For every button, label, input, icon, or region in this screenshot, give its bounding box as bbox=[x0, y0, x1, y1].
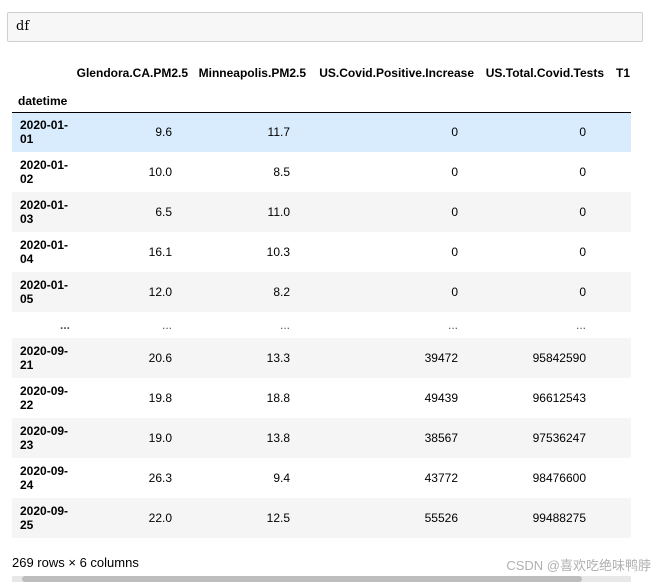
dataframe-table: Glendora.CA.PM2.5 Minneapolis.PM2.5 US.C… bbox=[12, 56, 631, 538]
table-row[interactable]: 2020-09-22 19.8 18.8 49439 96612543 bbox=[12, 378, 631, 418]
table-cell: 16.1 bbox=[148, 245, 172, 259]
table-cell: 49439 bbox=[424, 391, 458, 405]
table-cell: 18.8 bbox=[266, 391, 290, 405]
column-header: Minneapolis.PM2.5 bbox=[198, 66, 306, 80]
table-cell: 12.0 bbox=[148, 285, 172, 299]
table-row[interactable]: 2020-09-25 22.0 12.5 55526 99488275 bbox=[12, 498, 631, 538]
table-cell-clipped bbox=[610, 338, 631, 378]
table-row[interactable]: 2020-01-01 9.6 11.7 0 0 bbox=[12, 112, 631, 152]
table-cell: 19.8 bbox=[148, 391, 172, 405]
table-cell: 0 bbox=[579, 125, 586, 140]
column-header: US.Covid.Positive.Increase bbox=[319, 66, 474, 80]
row-index-label: 2020-01-01 bbox=[20, 118, 69, 147]
table-cell: 10.3 bbox=[266, 245, 290, 259]
table-cell: ... bbox=[575, 318, 586, 332]
table-cell: 8.2 bbox=[273, 285, 290, 299]
table-cell: 9.4 bbox=[273, 471, 290, 485]
table-cell: 0 bbox=[451, 125, 458, 140]
table-cell: 11.7 bbox=[267, 125, 290, 140]
table-cell-clipped bbox=[610, 272, 631, 312]
code-input-cell[interactable]: df bbox=[7, 12, 643, 42]
table-cell: 96612543 bbox=[532, 391, 586, 405]
row-index-label: 2020-01-03 bbox=[20, 198, 69, 226]
table-cell-clipped bbox=[610, 418, 631, 458]
index-name-label: datetime bbox=[18, 93, 68, 108]
table-cell: 0 bbox=[579, 245, 586, 259]
table-cell: 9.6 bbox=[155, 125, 172, 140]
scrollbar-thumb[interactable] bbox=[22, 576, 582, 582]
table-cell-clipped bbox=[610, 232, 631, 272]
table-cell: ... bbox=[279, 318, 290, 332]
row-index-label: 2020-01-04 bbox=[20, 238, 69, 266]
table-cell: 11.0 bbox=[267, 205, 290, 219]
table-cell: 26.3 bbox=[148, 471, 172, 485]
table-cell: 0 bbox=[451, 285, 458, 299]
row-index-label: ... bbox=[59, 318, 70, 332]
horizontal-scrollbar[interactable] bbox=[12, 576, 631, 582]
table-cell-clipped bbox=[610, 112, 631, 152]
watermark-text: CSDN @喜欢吃绝味鸭脖 bbox=[506, 558, 651, 573]
table-row[interactable]: 2020-01-02 10.0 8.5 0 0 bbox=[12, 152, 631, 192]
table-row[interactable]: 2020-09-23 19.0 13.8 38567 97536247 bbox=[12, 418, 631, 458]
dataframe-shape-summary: 269 rows × 6 columns bbox=[12, 555, 139, 570]
table-cell-clipped bbox=[610, 152, 631, 192]
table-cell: 6.5 bbox=[155, 205, 172, 219]
table-cell: 8.5 bbox=[273, 165, 290, 179]
table-cell: 0 bbox=[579, 205, 586, 219]
table-cell-clipped bbox=[610, 192, 631, 232]
index-header-corner bbox=[12, 56, 74, 90]
table-cell: 95842590 bbox=[532, 351, 586, 365]
row-index-label: 2020-09-25 bbox=[20, 504, 69, 532]
table-cell: 43772 bbox=[424, 471, 458, 485]
table-cell: 0 bbox=[579, 285, 586, 299]
table-cell: 39472 bbox=[424, 351, 458, 365]
table-cell: 38567 bbox=[424, 431, 458, 445]
row-index-label: 2020-09-21 bbox=[20, 344, 69, 372]
ellipsis-row[interactable]: ............... bbox=[12, 312, 631, 338]
table-cell-clipped bbox=[610, 458, 631, 498]
column-header: T1 bbox=[616, 66, 631, 80]
table-cell: 99488275 bbox=[532, 511, 586, 525]
table-cell: 98476600 bbox=[532, 471, 586, 485]
table-cell: 0 bbox=[451, 245, 458, 259]
table-cell-clipped bbox=[610, 498, 631, 538]
table-cell: 10.0 bbox=[148, 165, 172, 179]
table-cell: 0 bbox=[451, 165, 458, 179]
table-cell: ... bbox=[447, 318, 458, 332]
table-cell-clipped bbox=[610, 312, 631, 338]
table-row[interactable]: 2020-09-24 26.3 9.4 43772 98476600 bbox=[12, 458, 631, 498]
table-cell: 97536247 bbox=[532, 431, 586, 445]
table-cell: 0 bbox=[451, 205, 458, 219]
table-row[interactable]: 2020-01-04 16.1 10.3 0 0 bbox=[12, 232, 631, 272]
dataframe-output: Glendora.CA.PM2.5 Minneapolis.PM2.5 US.C… bbox=[12, 56, 631, 538]
table-cell: 13.8 bbox=[266, 431, 290, 445]
notebook-page: df Glendora.CA.PM2.5 Minneapolis.PM2.5 U… bbox=[0, 0, 665, 582]
table-cell: 12.5 bbox=[266, 511, 290, 525]
table-cell: ... bbox=[161, 318, 172, 332]
table-row[interactable]: 2020-09-21 20.6 13.3 39472 95842590 bbox=[12, 338, 631, 378]
row-index-label: 2020-01-02 bbox=[20, 158, 69, 186]
table-cell: 0 bbox=[579, 165, 586, 179]
index-name-row: datetime bbox=[12, 90, 631, 112]
table-row[interactable]: 2020-01-05 12.0 8.2 0 0 bbox=[12, 272, 631, 312]
table-cell: 19.0 bbox=[148, 431, 172, 445]
column-header-row: Glendora.CA.PM2.5 Minneapolis.PM2.5 US.C… bbox=[12, 56, 631, 90]
table-row[interactable]: 2020-01-03 6.5 11.0 0 0 bbox=[12, 192, 631, 232]
row-index-label: 2020-09-22 bbox=[20, 384, 69, 412]
table-cell: 55526 bbox=[424, 511, 458, 525]
row-index-label: 2020-01-05 bbox=[20, 278, 69, 306]
column-header: US.Total.Covid.Tests bbox=[485, 66, 604, 80]
table-cell-clipped bbox=[610, 378, 631, 418]
row-index-label: 2020-09-24 bbox=[20, 464, 69, 492]
table-cell: 13.3 bbox=[266, 351, 290, 365]
table-cell: 20.6 bbox=[148, 351, 172, 365]
row-index-label: 2020-09-23 bbox=[20, 424, 69, 452]
table-cell: 22.0 bbox=[148, 511, 172, 525]
column-header: Glendora.CA.PM2.5 bbox=[76, 66, 188, 80]
